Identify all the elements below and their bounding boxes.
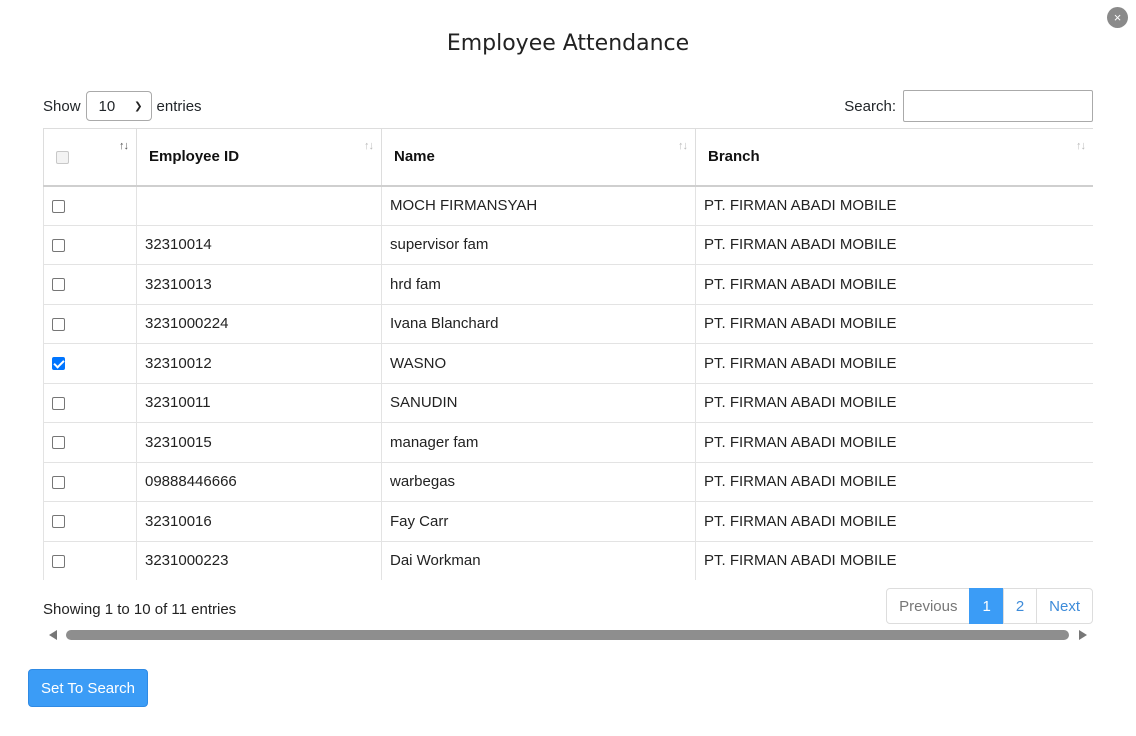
row-select-cell [43,422,137,463]
chevron-down-icon: ❯ [134,100,143,112]
employee-table-wrapper: ↑↓ Employee ID ↑↓ Name ↑↓ Branch ↑↓ MOCH… [43,128,1093,580]
name-cell: SANUDIN [381,383,696,423]
column-header-select[interactable]: ↑↓ [43,128,137,187]
set-to-search-button[interactable]: Set To Search [28,669,148,707]
employee-id-cell: 32310015 [136,422,382,463]
column-header-label: Employee ID [149,148,240,166]
branch-cell: PT. FIRMAN ABADI MOBILE [695,501,1093,542]
scroll-left-icon[interactable] [49,630,57,640]
row-select-cell [43,462,137,502]
branch-cell: PT. FIRMAN ABADI MOBILE [695,185,1093,226]
employee-id-cell: 32310012 [136,343,382,384]
pagination-page-1[interactable]: 1 [969,588,1004,624]
branch-cell: PT. FIRMAN ABADI MOBILE [695,304,1093,344]
sort-icon: ↑↓ [1076,140,1086,152]
table-row[interactable]: 32310013 hrd fam PT. FIRMAN ABADI MOBILE [43,264,1093,305]
name-cell: hrd fam [381,264,696,305]
table-row[interactable]: 32310015 manager fam PT. FIRMAN ABADI MOBI… [43,422,1093,463]
table-row[interactable]: 32310011 SANUDIN PT. FIRMAN ABADI MOBILE [43,383,1093,423]
row-select-cell [43,541,137,580]
row-checkbox[interactable] [52,317,65,331]
entries-label: entries [156,97,202,115]
row-select-cell [43,501,137,542]
row-checkbox[interactable] [52,199,65,213]
search-control: Search: [844,90,1093,122]
table-row[interactable]: 3231000223 Dai Workman PT. FIRMAN ABADI MO… [43,541,1093,580]
branch-cell: PT. FIRMAN ABADI MOBILE [695,225,1093,265]
row-select-cell [43,343,137,384]
employee-id-cell: 09888446666 [136,462,382,502]
column-header-label: Name [394,148,435,166]
table-row[interactable]: MOCH FIRMANSYAH PT. FIRMAN ABADI MOBILE [43,185,1093,226]
branch-cell: PT. FIRMAN ABADI MOBILE [695,343,1093,384]
pagination-previous[interactable]: Previous [886,588,971,624]
row-select-cell [43,185,137,226]
show-label: Show [43,97,81,115]
entries-select[interactable]: 10 ❯ [85,91,152,121]
employee-table: ↑↓ Employee ID ↑↓ Name ↑↓ Branch ↑↓ MOCH… [43,128,1093,580]
table-row[interactable]: 32310014 supervisor fam PT. FIRMAN ABADI M… [43,225,1093,265]
scroll-right-icon[interactable] [1079,630,1087,640]
column-header-branch[interactable]: Branch ↑↓ [695,128,1093,187]
sort-icon: ↑↓ [678,140,688,152]
entries-select-value: 10 [98,97,116,115]
table-row[interactable]: 09888446666 warbegas PT. FIRMAN ABADI MOBI… [43,462,1093,502]
row-checkbox[interactable] [52,515,65,529]
branch-cell: PT. FIRMAN ABADI MOBILE [695,422,1093,463]
name-cell: Fay Carr [381,501,696,542]
search-label: Search: [844,97,896,115]
row-checkbox[interactable] [52,475,65,489]
name-cell: Ivana Blanchard [381,304,696,344]
employee-id-cell: 32310011 [136,383,382,423]
row-checkbox[interactable] [52,357,65,371]
horizontal-scrollbar[interactable] [43,628,1093,642]
row-checkbox[interactable] [52,396,65,410]
table-header-row: ↑↓ Employee ID ↑↓ Name ↑↓ Branch ↑↓ [43,128,1093,187]
sort-icon: ↑↓ [119,140,129,152]
employee-id-cell: 32310016 [136,501,382,542]
column-header-label: Branch [708,148,760,166]
row-checkbox[interactable] [52,238,65,252]
column-header-employee-id[interactable]: Employee ID ↑↓ [136,128,382,187]
name-cell: MOCH FIRMANSYAH [381,185,696,226]
close-button[interactable]: × [1107,7,1128,28]
branch-cell: PT. FIRMAN ABADI MOBILE [695,541,1093,580]
row-checkbox[interactable] [52,554,65,568]
name-cell: warbegas [381,462,696,502]
dialog-title: Employee Attendance [446,31,690,56]
employee-id-cell: 32310014 [136,225,382,265]
name-cell: supervisor fam [381,225,696,265]
row-select-cell [43,225,137,265]
row-checkbox[interactable] [52,278,65,292]
branch-cell: PT. FIRMAN ABADI MOBILE [695,264,1093,305]
row-select-cell [43,304,137,344]
table-body: MOCH FIRMANSYAH PT. FIRMAN ABADI MOBILE 32… [43,185,1093,580]
employee-id-cell: 3231000223 [136,541,382,580]
name-cell: Dai Workman [381,541,696,580]
name-cell: WASNO [381,343,696,384]
select-all-checkbox[interactable] [56,150,69,164]
search-input[interactable] [903,90,1093,122]
table-info: Showing 1 to 10 of 11 entries [43,601,237,618]
table-row[interactable]: 32310016 Fay Carr PT. FIRMAN ABADI MOBILE [43,501,1093,542]
name-cell: manager fam [381,422,696,463]
scrollbar-thumb[interactable] [66,630,1069,640]
employee-id-cell [136,185,382,226]
row-select-cell [43,264,137,305]
table-row[interactable]: 32310012 WASNO PT. FIRMAN ABADI MOBILE [43,343,1093,384]
pagination-next[interactable]: Next [1036,588,1093,624]
branch-cell: PT. FIRMAN ABADI MOBILE [695,383,1093,423]
row-select-cell [43,383,137,423]
close-icon: × [1113,10,1122,25]
sort-icon: ↑↓ [364,140,374,152]
entries-length-control: Show 10 ❯ entries [43,91,202,121]
table-row[interactable]: 3231000224 Ivana Blanchard PT. FIRMAN ABAD… [43,304,1093,344]
branch-cell: PT. FIRMAN ABADI MOBILE [695,462,1093,502]
pagination: Previous 1 2 Next [886,588,1093,624]
column-header-name[interactable]: Name ↑↓ [381,128,696,187]
row-checkbox[interactable] [52,436,65,450]
pagination-page-2[interactable]: 2 [1002,588,1038,624]
employee-id-cell: 3231000224 [136,304,382,344]
employee-id-cell: 32310013 [136,264,382,305]
